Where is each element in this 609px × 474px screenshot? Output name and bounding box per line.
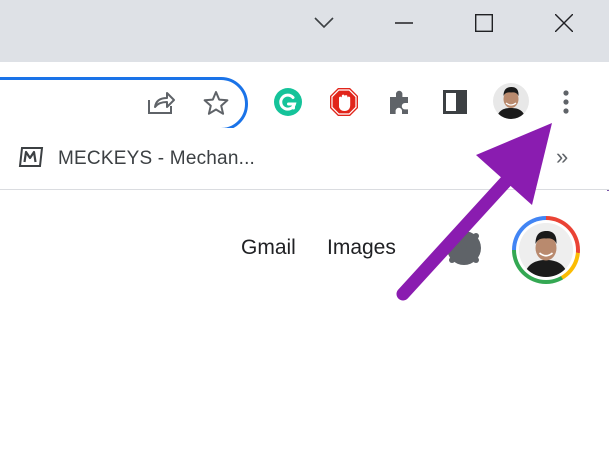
meckeys-favicon-icon bbox=[18, 146, 44, 173]
google-apps-icon bbox=[447, 231, 481, 265]
avatar-frame bbox=[516, 220, 576, 280]
grammarly-extension-button[interactable] bbox=[272, 87, 304, 122]
extensions-button[interactable] bbox=[384, 88, 416, 120]
maximize-icon bbox=[475, 14, 493, 32]
chevron-down-icon bbox=[314, 17, 334, 29]
side-panel-button[interactable] bbox=[440, 89, 470, 119]
bookmark-label: MECKEYS - Mechan... bbox=[58, 148, 256, 169]
google-homepage: Gmail Images bbox=[0, 191, 609, 474]
extensions-icon bbox=[386, 88, 414, 121]
bookmark-item-meckeys[interactable]: MECKEYS - Mechan... bbox=[18, 144, 255, 174]
gmail-link[interactable]: Gmail bbox=[241, 236, 296, 260]
adblock-extension-button[interactable] bbox=[328, 87, 360, 121]
star-icon bbox=[203, 90, 229, 121]
google-account-avatar-icon bbox=[519, 223, 573, 277]
share-icon bbox=[146, 90, 176, 121]
more-menu-button[interactable] bbox=[552, 86, 580, 122]
profile-button[interactable] bbox=[492, 82, 530, 125]
title-bar bbox=[0, 0, 609, 62]
close-button[interactable] bbox=[524, 0, 604, 46]
browser-toolbar bbox=[0, 62, 609, 131]
share-button[interactable] bbox=[144, 90, 178, 120]
google-account-button[interactable] bbox=[512, 216, 580, 284]
side-panel-icon bbox=[443, 89, 467, 119]
adblock-icon bbox=[329, 87, 359, 122]
maximize-button[interactable] bbox=[444, 0, 524, 46]
google-apps-button[interactable] bbox=[447, 231, 481, 265]
images-link[interactable]: Images bbox=[327, 236, 396, 260]
minimize-icon bbox=[395, 22, 413, 24]
grammarly-icon bbox=[273, 87, 303, 122]
more-menu-icon bbox=[562, 89, 570, 120]
tab-search-button[interactable] bbox=[284, 0, 364, 46]
close-icon bbox=[555, 14, 573, 32]
minimize-button[interactable] bbox=[364, 0, 444, 46]
profile-avatar-icon bbox=[492, 82, 530, 125]
bookmarks-bar: MECKEYS - Mechan... » bbox=[0, 128, 609, 190]
bookmark-star-button[interactable] bbox=[200, 89, 232, 121]
bookmarks-overflow-button[interactable]: » bbox=[556, 144, 568, 170]
